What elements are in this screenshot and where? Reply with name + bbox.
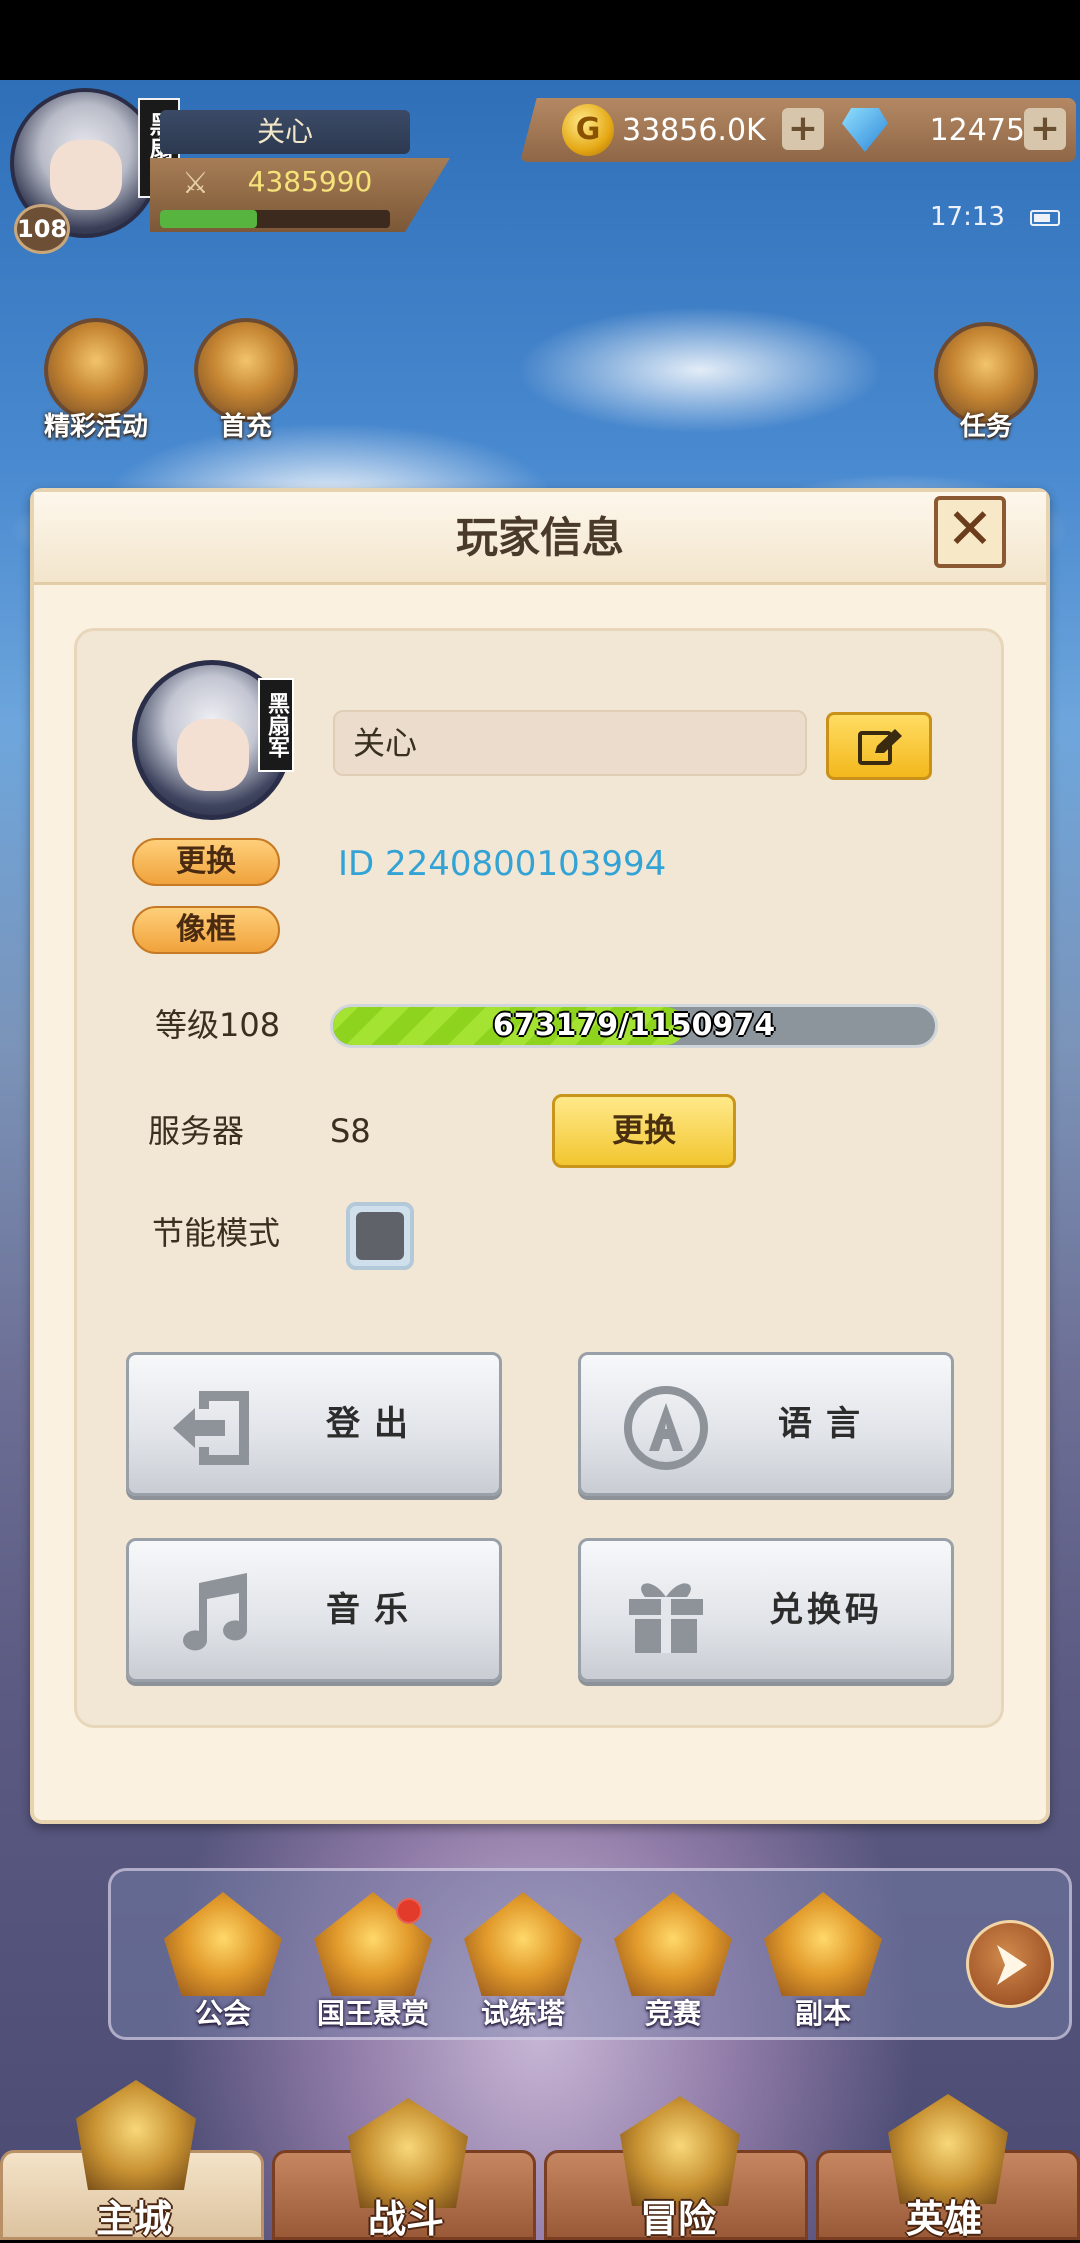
language-label: 语言 <box>778 1404 874 1444</box>
change-server-button[interactable]: 更换 <box>552 1094 736 1168</box>
shortcut-dungeon[interactable]: 副本 <box>748 1992 898 2032</box>
player-name-field[interactable]: 关心 <box>333 710 807 776</box>
music-label: 音乐 <box>326 1590 422 1630</box>
dialog-title: 玩家信息 <box>455 513 624 562</box>
server-label: 服务器 <box>148 1112 245 1150</box>
next-page-button[interactable] <box>966 1920 1054 2008</box>
shortcut-trial-tower[interactable]: 试练塔 <box>448 1992 598 2032</box>
shortcut-competition[interactable]: 竞赛 <box>598 1992 748 2032</box>
language-button[interactable]: 语言 <box>578 1352 954 1496</box>
combat-power-value: 4385990 <box>247 165 373 198</box>
events-label[interactable]: 精彩活动 <box>26 406 166 443</box>
shortcut-guild[interactable]: 公会 <box>148 1992 298 2032</box>
player-level-badge: 108 <box>14 204 70 254</box>
notification-badge <box>396 1898 422 1924</box>
change-avatar-button[interactable]: 更换 <box>132 838 280 886</box>
power-saving-label: 节能模式 <box>152 1214 281 1252</box>
player-id: ID 2240800103994 <box>338 844 667 884</box>
portrait-frame-tag: 黑扇军 <box>258 678 294 772</box>
music-note-icon <box>183 1573 247 1651</box>
server-value: S8 <box>330 1112 371 1150</box>
tab-adventure-label: 冒险 <box>639 2197 716 2241</box>
gift-icon <box>629 1583 703 1653</box>
tab-heroes-label: 英雄 <box>905 2197 982 2241</box>
crossed-swords-icon: ⚔ <box>182 166 209 201</box>
redeem-code-label: 兑换码 <box>769 1590 883 1630</box>
edit-name-button[interactable] <box>826 712 932 780</box>
add-gold-button[interactable]: + <box>782 108 824 150</box>
redeem-code-button[interactable]: 兑换码 <box>578 1538 954 1682</box>
gold-amount: 33856.0K <box>622 113 766 148</box>
logout-icon <box>173 1391 249 1465</box>
gem-amount: 12475 <box>929 113 1025 148</box>
battery-icon <box>1030 210 1060 226</box>
first-recharge-label[interactable]: 首充 <box>194 406 298 443</box>
tab-main-city-label: 主城 <box>95 2197 172 2241</box>
logout-label: 登出 <box>326 1404 422 1444</box>
logout-button[interactable]: 登出 <box>126 1352 502 1496</box>
hud-exp-bar <box>160 210 390 228</box>
edit-icon <box>858 729 902 765</box>
music-button[interactable]: 音乐 <box>126 1538 502 1682</box>
shortcut-king-bounty[interactable]: 国王悬赏 <box>298 1992 448 2032</box>
gold-coin-icon: G <box>562 104 614 156</box>
hud-exp-fill <box>160 210 257 228</box>
clock: 17:13 <box>930 202 1005 232</box>
level-label: 等级108 <box>155 1006 281 1044</box>
language-icon <box>624 1386 708 1470</box>
close-button[interactable]: ✕ <box>934 496 1006 568</box>
player-name: 关心 <box>160 110 410 154</box>
add-gems-button[interactable]: + <box>1024 108 1066 150</box>
avatar-frame-button[interactable]: 像框 <box>132 906 280 954</box>
tasks-label[interactable]: 任务 <box>934 406 1038 443</box>
tab-battle-label: 战斗 <box>367 2197 444 2241</box>
chevron-right-icon <box>997 1945 1027 1985</box>
power-saving-checkbox[interactable] <box>346 1202 414 1270</box>
exp-progress-text: 673179/1150974 <box>492 1008 776 1043</box>
